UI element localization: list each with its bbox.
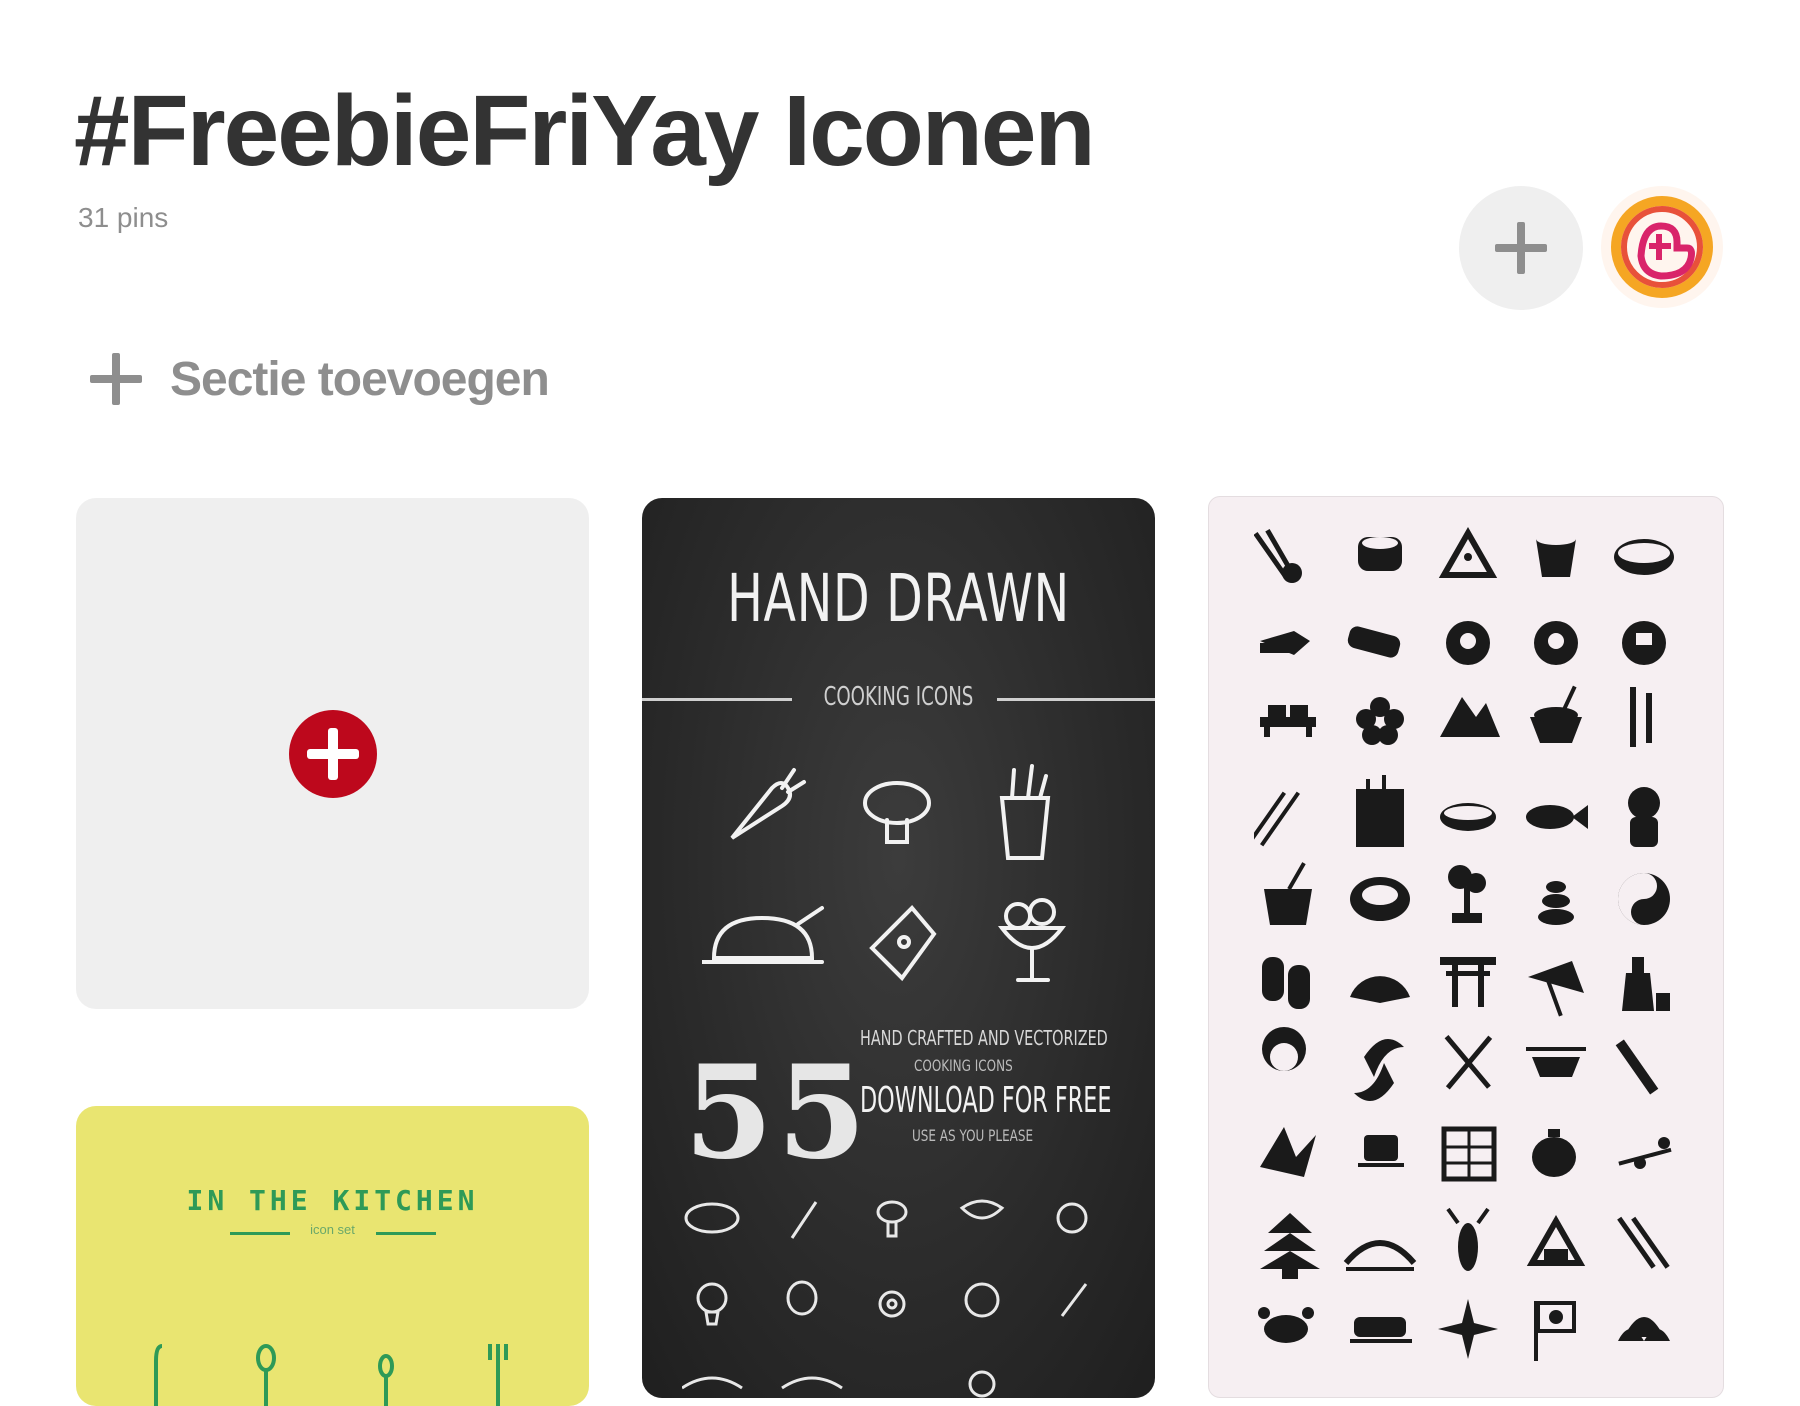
- japan-flag-icon: [1534, 1301, 1576, 1361]
- plus-icon: [1495, 222, 1547, 274]
- incense-icon: [1356, 775, 1404, 847]
- create-pin-card[interactable]: [76, 498, 589, 1009]
- ice-cream-icon: [997, 926, 1067, 950]
- pin-subtitle: icon set: [310, 1222, 355, 1237]
- profile-logo-icon: [1611, 196, 1713, 298]
- noodle-bowl-icon: [1526, 1047, 1586, 1077]
- pin-line-3: DOWNLOAD FOR FREE: [860, 1080, 1112, 1121]
- pin-line-1: HAND CRAFTED AND VECTORIZED: [860, 1026, 1108, 1050]
- mushroom-icon: [863, 781, 931, 825]
- board-title: #FreebieFriYay Iconen: [74, 75, 1096, 187]
- teapot-icon: [1532, 1129, 1576, 1177]
- bowl-icon: [1536, 533, 1576, 577]
- pin-title: HAND DRAWN: [727, 560, 1070, 637]
- plus-icon: [90, 353, 142, 405]
- geisha-icon: [1262, 1027, 1306, 1071]
- kokeshi-doll-icon: [1628, 787, 1660, 847]
- wok-icon: [1350, 877, 1410, 921]
- sushi-board-icon: [1260, 705, 1316, 737]
- pagoda-icon: [1260, 1213, 1320, 1279]
- add-section-button[interactable]: Sectie toevoegen: [88, 351, 550, 407]
- tea-cup-icon: [1358, 1135, 1404, 1167]
- cherry-branch-icon: [1618, 1137, 1672, 1169]
- add-pin-button[interactable]: [1459, 186, 1583, 310]
- koi-fish-icon: [1354, 1039, 1404, 1101]
- cooking-icons-grid: [702, 764, 1067, 982]
- avatar[interactable]: [1601, 186, 1723, 308]
- shoji-icon: [1441, 1126, 1497, 1182]
- pin-divider: [376, 1232, 436, 1235]
- icon-count: 55: [684, 1038, 871, 1188]
- nigiri-icon: [1614, 539, 1674, 575]
- sake-bottle-icon: [1622, 957, 1670, 1011]
- grocery-bag-icon: [999, 796, 1051, 860]
- cooking-icons-small-grid: [682, 1199, 1088, 1398]
- mountain-icon: [1440, 697, 1500, 737]
- fan-icon: [1350, 976, 1410, 1003]
- chopsticks-icon: [1617, 1216, 1670, 1269]
- crossed-swords-icon: [1444, 1035, 1493, 1090]
- takeout-box-icon: [1264, 862, 1312, 925]
- pin-hand-drawn-icons[interactable]: HAND DRAWN COOKING ICONS 55 HAND CRAFTED…: [642, 498, 1155, 1398]
- chopsticks-case-icon: [1615, 1039, 1659, 1095]
- bamboo-icon: [1630, 687, 1652, 747]
- fish-icon: [1526, 805, 1588, 829]
- torii-gate-icon: [1440, 957, 1496, 1007]
- sushi-roll-icon: [1358, 537, 1402, 571]
- pin-japanese-icons[interactable]: [1208, 496, 1724, 1398]
- lobster-icon: [1446, 1207, 1490, 1271]
- crab-icon: [1258, 1307, 1314, 1343]
- pin-line-4: USE AS YOU PLEASE: [912, 1126, 1034, 1145]
- stones-icon: [1538, 881, 1574, 925]
- bonsai-icon: [1448, 865, 1486, 923]
- shuriken-icon: [1438, 1299, 1498, 1359]
- pin-in-the-kitchen[interactable]: IN THE KITCHEN icon set: [76, 1106, 589, 1406]
- japanese-food-icon-grid: [1254, 526, 1674, 1361]
- sushi-round-icon: [1446, 621, 1490, 665]
- sushi-round-icon: [1534, 621, 1578, 665]
- carrot-icon: [730, 781, 792, 840]
- flower-icon: [1356, 697, 1404, 745]
- rice-bowl-icon: [1530, 685, 1582, 743]
- sandals-icon: [1262, 957, 1310, 1009]
- lotus-icon: [1618, 1317, 1670, 1341]
- parasol-icon: [1528, 961, 1584, 1017]
- wheat-icon: [1254, 791, 1300, 847]
- onigiri-icon: [1438, 526, 1498, 578]
- sushi-round-icon: [1622, 621, 1666, 665]
- pin-count: 31 pins: [78, 202, 169, 233]
- origami-crane-icon: [1260, 1127, 1316, 1177]
- pin-subtitle: COOKING ICONS: [823, 682, 974, 712]
- pin-title: IN THE KITCHEN: [186, 1184, 479, 1217]
- nigiri-icon: [1440, 803, 1496, 831]
- onigiri-icon: [1526, 1214, 1586, 1266]
- utensils-icon: [154, 1344, 508, 1406]
- chopsticks-icon: [1254, 528, 1302, 583]
- pin-line-2: COOKING ICONS: [914, 1056, 1013, 1075]
- add-section-label: Sectie toevoegen: [170, 352, 550, 406]
- pin-divider: [997, 698, 1155, 701]
- yin-yang-icon: [1618, 873, 1670, 925]
- red-plus-icon[interactable]: [287, 708, 379, 800]
- bridge-icon: [1343, 1240, 1417, 1271]
- cheese-icon: [869, 905, 937, 982]
- maki-pair-icon: [1347, 626, 1401, 658]
- sushi-plate-icon: [1350, 1317, 1412, 1343]
- sashimi-icon: [1260, 631, 1310, 655]
